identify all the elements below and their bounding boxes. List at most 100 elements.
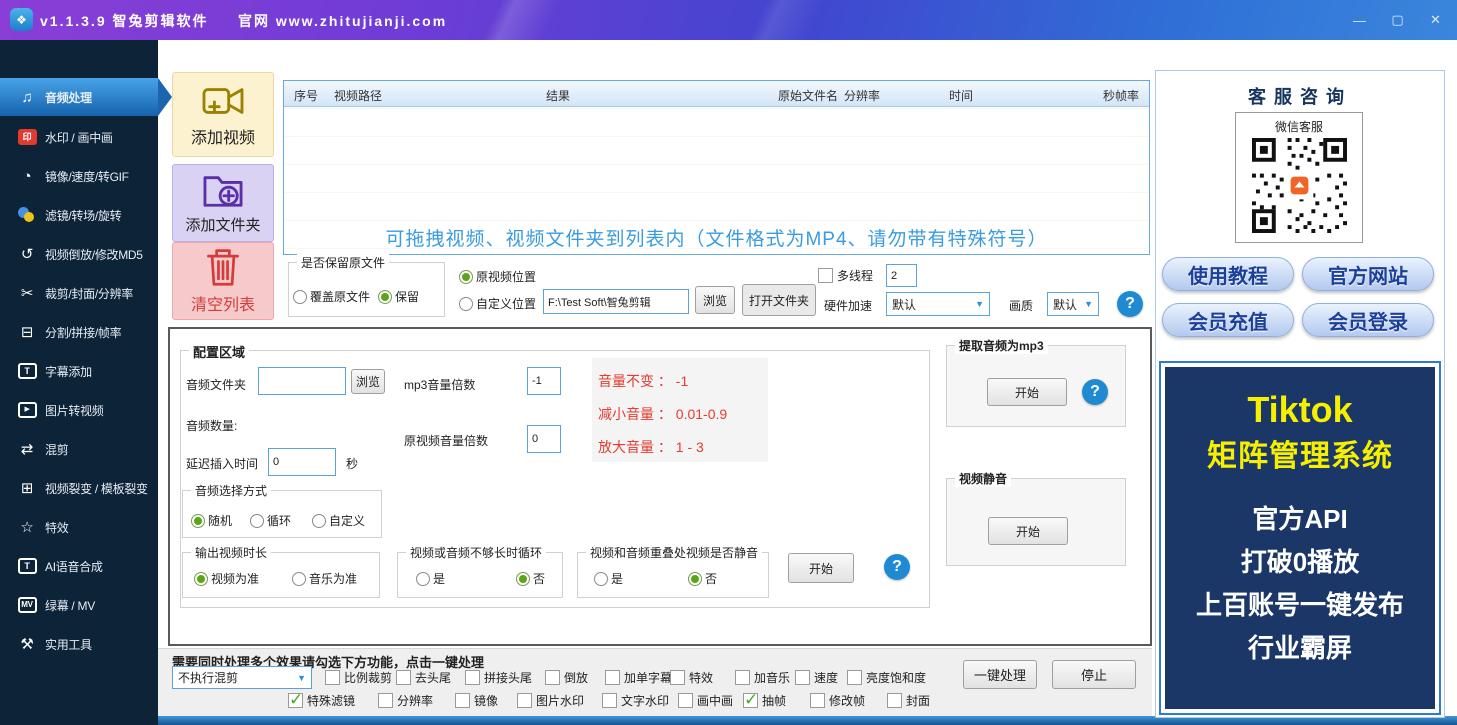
add-video-button[interactable]: 添加视频 <box>172 72 274 157</box>
radio-circle <box>459 270 473 284</box>
member-recharge-button[interactable]: 会员充值 <box>1162 303 1294 337</box>
sidebar-item-label: 滤镜/转场/旋转 <box>45 207 121 224</box>
extract-mp3-start-button[interactable]: 开始 <box>987 378 1067 406</box>
delay-insert-input[interactable]: 0 <box>268 448 336 476</box>
radio-duration-music[interactable]: 音乐为准 <box>292 570 357 587</box>
sidebar-item-greenscreen-mv[interactable]: MV 绿幕 / MV <box>0 586 158 624</box>
add-folder-button[interactable]: 添加文件夹 <box>172 164 274 242</box>
checkbox-ratio-crop[interactable]: 比例裁剪 <box>325 669 392 686</box>
radio-loop-no[interactable]: 否 <box>516 570 545 587</box>
process-all-button[interactable]: 一键处理 <box>963 660 1037 689</box>
checkbox-effects[interactable]: 特效 <box>670 669 713 686</box>
checkbox-box <box>847 670 862 685</box>
official-website-button[interactable]: 官方网站 <box>1302 257 1434 291</box>
original-volume-input[interactable]: 0 <box>527 425 561 453</box>
sidebar-item-video-fission[interactable]: ⊞ 视频裂变 / 模板裂变 <box>0 469 158 507</box>
radio-overlap-no[interactable]: 否 <box>688 570 717 587</box>
sidebar-item-utility-tools[interactable]: ⚒ 实用工具 <box>0 625 158 663</box>
extract-mp3-help-icon[interactable]: ? <box>1082 379 1108 405</box>
checkbox-special-filter[interactable]: 特殊滤镜 <box>288 692 355 709</box>
sidebar-item-split-concat-framerate[interactable]: ⊟ 分割/拼接/帧率 <box>0 313 158 351</box>
sidebar-item-label: 视频裂变 / 模板裂变 <box>45 480 148 497</box>
radio-circle <box>191 514 205 528</box>
scissors-icon: ✂ <box>16 284 38 302</box>
sidebar-item-effects[interactable]: ☆ 特效 <box>0 508 158 546</box>
multithread-count-input[interactable]: 2 <box>886 264 917 287</box>
close-button[interactable]: ✕ <box>1417 0 1454 40</box>
overlap-mute-title: 视频和音频重叠处视频是否静音 <box>586 544 762 561</box>
video-mute-start-button[interactable]: 开始 <box>988 517 1068 545</box>
radio-audio-loop[interactable]: 循环 <box>250 512 291 529</box>
radio-audio-random[interactable]: 随机 <box>191 512 232 529</box>
official-site-text: 官网 www.zhitujianji.com <box>238 11 447 31</box>
checkbox-image-watermark[interactable]: 图片水印 <box>517 692 584 709</box>
promo-title-en: Tiktok <box>1165 389 1435 431</box>
multithread-checkbox[interactable]: 多线程 <box>818 267 873 284</box>
radio-keep-original[interactable]: 保留 <box>378 288 419 305</box>
video-camera-icon <box>199 82 247 120</box>
checkbox-pip[interactable]: 画中画 <box>678 692 733 709</box>
video-list-table[interactable]: 序号 视频路径 结果 原始文件名 分辨率 时间 秒帧率 可拖拽视频、视频文件夹到… <box>283 80 1150 255</box>
open-folder-button[interactable]: 打开文件夹 <box>742 284 816 316</box>
sidebar-item-watermark-pip[interactable]: 印 水印 / 画中画 <box>0 118 158 156</box>
radio-custom-location[interactable]: 自定义位置 <box>459 295 536 312</box>
add-video-label: 添加视频 <box>191 124 255 148</box>
radio-overwrite-original[interactable]: 覆盖原文件 <box>293 288 370 305</box>
sidebar-item-subtitle-add[interactable]: T 字幕添加 <box>0 352 158 390</box>
radio-original-location[interactable]: 原视频位置 <box>459 268 536 285</box>
mix-mode-dropdown[interactable]: 不执行混剪▼ <box>172 666 312 689</box>
checkbox-resolution[interactable]: 分辨率 <box>378 692 433 709</box>
drag-drop-hint: 可拖拽视频、视频文件夹到列表内（文件格式为MP4、请勿带有特殊符号） <box>284 224 1149 251</box>
checkbox-speed[interactable]: 速度 <box>795 669 838 686</box>
sidebar-item-audio-processing[interactable]: ♫ 音频处理 <box>0 78 158 116</box>
checkbox-frame-extract[interactable]: 抽帧 <box>743 692 786 709</box>
maximize-button[interactable]: ▢ <box>1379 0 1416 40</box>
output-path-input[interactable]: F:\Test Soft\智兔剪辑 <box>543 289 689 314</box>
clear-list-button[interactable]: 清空列表 <box>172 242 274 320</box>
config-group-title: 配置区域 <box>189 342 249 361</box>
sidebar-item-reverse-md5[interactable]: ↺ 视频倒放/修改MD5 <box>0 235 158 273</box>
sidebar-item-image-to-video[interactable]: ▶ 图片转视频 <box>0 391 158 429</box>
checkbox-reverse[interactable]: 倒放 <box>545 669 588 686</box>
stamp-icon: 印 <box>18 129 37 145</box>
audio-folder-browse-button[interactable]: 浏览 <box>351 369 385 394</box>
sidebar-item-mix-cut[interactable]: ⇄ 混剪 <box>0 430 158 468</box>
sidebar-item-label: 绿幕 / MV <box>45 597 95 614</box>
checkbox-box <box>605 670 620 685</box>
checkbox-cover[interactable]: 封面 <box>887 692 930 709</box>
checkbox-text-watermark[interactable]: 文字水印 <box>602 692 669 709</box>
checkbox-concat-ends[interactable]: 拼接头尾 <box>465 669 532 686</box>
config-help-icon[interactable]: ? <box>884 554 910 580</box>
checkbox-brightness-saturation[interactable]: 亮度饱和度 <box>847 669 926 686</box>
minimize-button[interactable]: — <box>1341 0 1378 40</box>
member-login-button[interactable]: 会员登录 <box>1302 303 1434 337</box>
tiktok-promo-banner: Tiktok 矩阵管理系统 官方API 打破0播放 上百账号一键发布 行业霸屏 <box>1159 361 1441 715</box>
radio-duration-video[interactable]: 视频为准 <box>194 570 259 587</box>
radio-loop-yes[interactable]: 是 <box>416 570 445 587</box>
checkbox-mirror[interactable]: 镜像 <box>455 692 498 709</box>
col-index: 序号 <box>294 87 318 104</box>
checkbox-modify-frame[interactable]: 修改帧 <box>810 692 865 709</box>
sidebar-item-label: AI语音合成 <box>45 558 103 575</box>
extract-mp3-title: 提取音频为mp3 <box>955 337 1048 354</box>
mp3-volume-input[interactable]: -1 <box>527 367 561 395</box>
stop-button[interactable]: 停止 <box>1052 660 1136 689</box>
radio-audio-custom[interactable]: 自定义 <box>312 512 365 529</box>
config-start-button[interactable]: 开始 <box>788 553 854 583</box>
browse-button[interactable]: 浏览 <box>695 286 735 314</box>
sidebar-item-mirror-speed-gif[interactable]: ◔ 镜像/速度/转GIF <box>0 157 158 195</box>
sidebar-item-crop-cover-resolution[interactable]: ✂ 裁剪/封面/分辨率 <box>0 274 158 312</box>
radio-overlap-yes[interactable]: 是 <box>594 570 623 587</box>
checkbox-trim-ends[interactable]: 去头尾 <box>396 669 451 686</box>
options-help-icon[interactable]: ? <box>1117 291 1143 317</box>
checkbox-add-music[interactable]: 加音乐 <box>735 669 790 686</box>
sidebar-item-ai-voice[interactable]: T AI语音合成 <box>0 547 158 585</box>
quality-dropdown[interactable]: 默认▼ <box>1047 292 1099 316</box>
clear-list-label: 清空列表 <box>191 291 255 315</box>
checkbox-single-subtitle[interactable]: 加单字幕 <box>605 669 672 686</box>
audio-folder-input[interactable] <box>258 367 346 395</box>
sidebar-item-filter-transition-rotate[interactable]: 滤镜/转场/旋转 <box>0 196 158 234</box>
tutorial-button[interactable]: 使用教程 <box>1162 257 1294 291</box>
checkbox-box <box>670 670 685 685</box>
hw-accel-dropdown[interactable]: 默认▼ <box>886 292 990 316</box>
